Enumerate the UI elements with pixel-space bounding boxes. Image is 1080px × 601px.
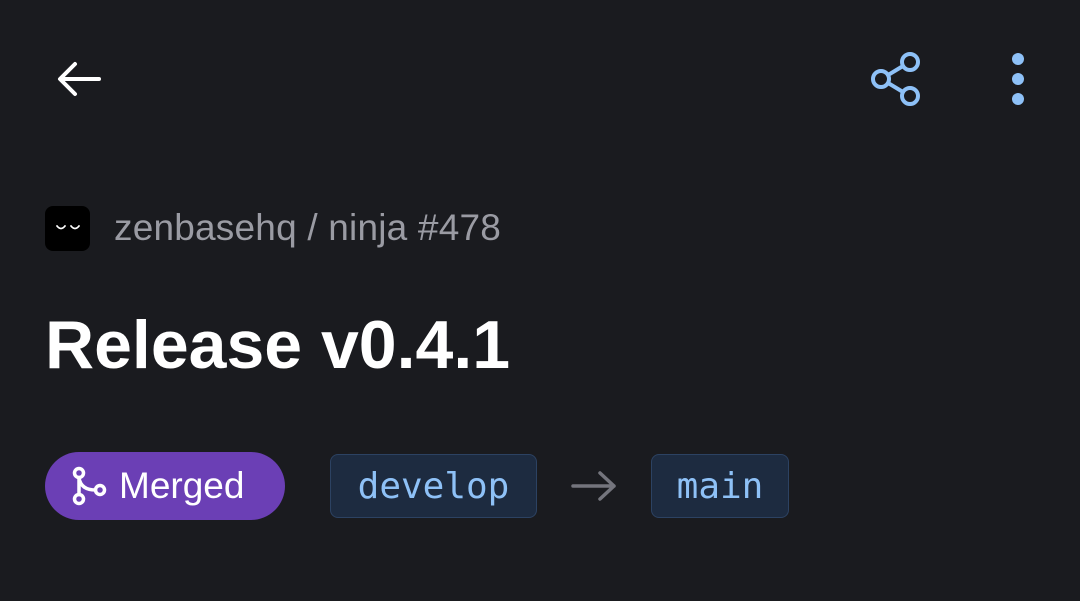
repo-breadcrumb[interactable]: zenbasehq / ninja #478 — [45, 205, 501, 251]
share-icon — [871, 52, 920, 106]
repo-avatar-icon — [55, 225, 80, 230]
repo-avatar — [45, 205, 90, 251]
more-vertical-icon — [1012, 53, 1024, 105]
base-branch-chip[interactable]: main — [651, 454, 789, 518]
pr-status-row: Merged develop main — [45, 452, 789, 520]
git-merge-icon — [71, 466, 107, 506]
head-branch-chip[interactable]: develop — [330, 454, 537, 518]
branch-arrow — [537, 468, 651, 504]
arrow-left-icon — [58, 62, 101, 96]
back-button[interactable] — [43, 43, 115, 115]
page-title: Release v0.4.1 — [45, 307, 511, 383]
top-app-bar — [0, 0, 1080, 160]
status-label: Merged — [119, 465, 245, 506]
status-badge: Merged — [45, 452, 285, 520]
arrow-right-icon — [571, 471, 616, 501]
share-button[interactable] — [860, 43, 932, 115]
more-options-button[interactable] — [982, 43, 1054, 115]
repo-path[interactable]: zenbasehq / ninja #478 — [114, 207, 501, 249]
